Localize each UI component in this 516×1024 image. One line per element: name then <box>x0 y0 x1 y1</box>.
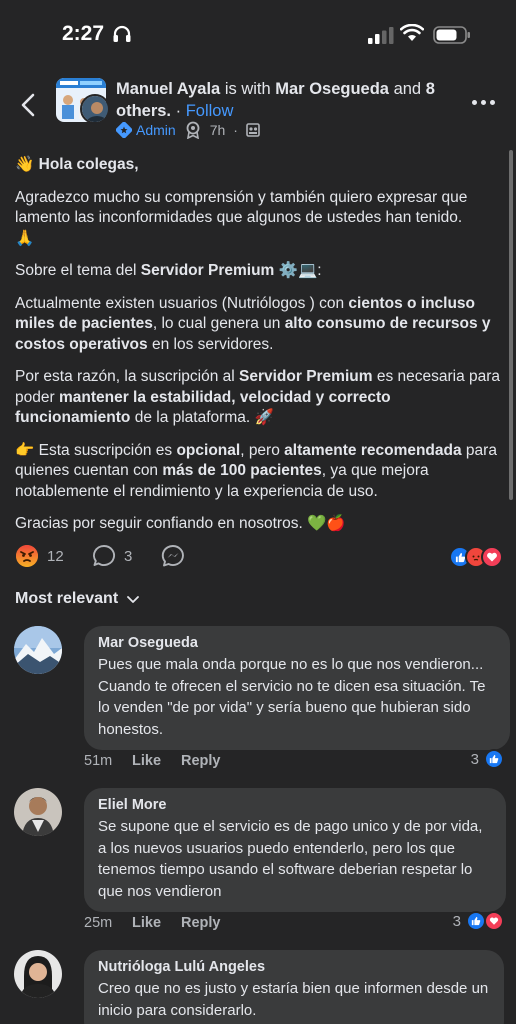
post-reactions-bar: 12 3 <box>15 542 505 572</box>
reaction-count: 12 <box>47 547 64 565</box>
comment-sort-dropdown[interactable]: Most relevant <box>15 590 140 608</box>
author-avatar[interactable] <box>80 94 110 124</box>
pointing-hand-emoji: 👉 <box>15 441 35 459</box>
comment-time: 25m <box>84 915 113 931</box>
tagged-user[interactable]: Mar Osegueda <box>275 80 389 98</box>
comment-bubble[interactable]: Mar Osegueda Pues que mala onda porque n… <box>84 626 510 750</box>
admin-shield-icon <box>116 122 132 138</box>
post-meta: Admin 7h · <box>116 120 260 140</box>
post-time: 7h <box>209 122 226 138</box>
comment-text: Se supone que el servicio es de pago uni… <box>98 818 483 900</box>
reaction-summary[interactable] <box>449 546 503 568</box>
comment-reaction-count: 3 <box>452 912 461 930</box>
admin-badge[interactable]: Admin <box>116 122 176 138</box>
comment-actions: 25m Like Reply <box>84 915 241 931</box>
battery-icon <box>433 26 470 44</box>
commenter-name[interactable]: Nutrióloga Lulú Angeles <box>98 959 490 975</box>
rocket-emoji: 🚀 <box>254 409 274 426</box>
comment-text: Pues que mala onda porque no es lo que n… <box>98 656 486 738</box>
scrollbar[interactable] <box>509 150 513 500</box>
post-paragraph-3: Actualmente existen usuarios (Nutriólogo… <box>15 294 491 353</box>
group-privacy-icon <box>246 123 260 137</box>
post-paragraph-2: Sobre el tema del Servidor Premium ⚙️💻: <box>15 262 322 279</box>
with-text: is with <box>224 80 271 98</box>
and-text: and <box>393 80 422 98</box>
messenger-share-button[interactable] <box>161 544 185 568</box>
like-reaction-icon <box>466 911 486 931</box>
comment-item: Mar Osegueda Pues que mala onda porque n… <box>14 626 510 776</box>
waving-hand-emoji: 👋 <box>15 156 35 173</box>
reply-button[interactable]: Reply <box>181 753 221 769</box>
comment-bubble-icon <box>93 545 115 566</box>
sort-label: Most relevant <box>15 590 119 607</box>
comment-actions: 51m Like Reply <box>84 753 241 769</box>
reply-button[interactable]: Reply <box>181 915 221 931</box>
praying-hands-emoji: 🙏 <box>15 229 35 247</box>
post-paragraph-6: Gracias por seguir confiando en nosotros… <box>15 515 346 532</box>
like-button[interactable]: Like <box>132 915 161 931</box>
commenter-avatar[interactable] <box>14 626 62 674</box>
post-greeting: 👋 Hola colegas, <box>15 156 139 173</box>
comment-bubble[interactable]: Eliel More Se supone que el servicio es … <box>84 788 506 912</box>
comment-item: Eliel More Se supone que el servicio es … <box>14 788 506 938</box>
award-badge-icon[interactable] <box>184 121 202 139</box>
post-paragraph-1: Agradezco mucho su comprensión y también… <box>15 188 468 247</box>
author-name[interactable]: Manuel Ayala <box>116 80 220 98</box>
back-arrow-icon[interactable] <box>14 90 44 120</box>
comment-time: 51m <box>84 753 113 769</box>
comment-bubble[interactable]: Nutrióloga Lulú Angeles Creo que no es j… <box>84 950 504 1024</box>
cellular-signal-icon <box>368 27 394 44</box>
angry-reaction-icon <box>16 545 38 567</box>
gear-emoji: ⚙️ <box>278 262 298 279</box>
like-reaction-icon <box>484 749 504 769</box>
comment-count: 3 <box>124 547 133 565</box>
commenter-name[interactable]: Eliel More <box>98 797 492 813</box>
messenger-icon <box>161 545 184 567</box>
more-options-button[interactable] <box>472 92 502 112</box>
love-reaction-icon <box>481 546 503 568</box>
status-time: 2:27 <box>62 22 105 45</box>
love-reaction-icon <box>484 911 504 931</box>
green-heart-emoji: 💚 <box>307 515 327 532</box>
follow-link[interactable]: Follow <box>186 102 234 120</box>
headphones-icon <box>113 25 131 42</box>
chevron-down-icon <box>127 596 140 603</box>
comment-item: Nutrióloga Lulú Angeles Creo que no es j… <box>14 950 504 1024</box>
comment-reactions[interactable]: 3 <box>453 911 504 931</box>
admin-label: Admin <box>136 122 176 138</box>
comment-button[interactable]: 3 <box>92 544 132 568</box>
commenter-avatar[interactable] <box>14 950 62 998</box>
laptop-emoji: 💻 <box>297 262 318 279</box>
post-paragraph-5: 👉 Esta suscripción es opcional, pero alt… <box>15 441 497 500</box>
apple-emoji: 🍎 <box>326 515 346 532</box>
reaction-button[interactable]: 12 <box>15 544 64 568</box>
post-body: 👋 Hola colegas, Agradezco mucho su compr… <box>15 155 505 547</box>
comment-reaction-count: 3 <box>470 750 479 768</box>
comment-text: Creo que no es justo y estaría bien que … <box>98 980 489 1019</box>
commenter-name[interactable]: Mar Osegueda <box>98 635 496 651</box>
wifi-icon <box>400 24 424 41</box>
comment-reactions[interactable]: 3 <box>471 749 504 769</box>
commenter-avatar[interactable] <box>14 788 62 836</box>
post-header-text: Manuel Ayala is with Mar Osegueda and 8 … <box>116 80 435 120</box>
post-paragraph-4: Por esta razón, la suscripción al Servid… <box>15 368 501 426</box>
like-button[interactable]: Like <box>132 753 161 769</box>
status-bar: 2:27 <box>0 0 516 70</box>
